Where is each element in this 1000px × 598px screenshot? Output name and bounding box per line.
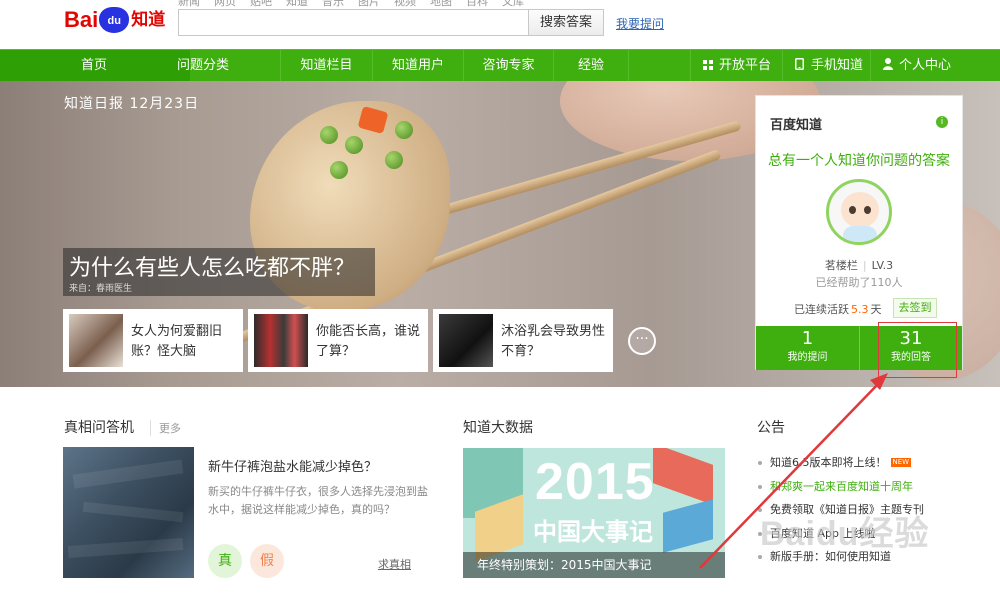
my-questions-button[interactable]: 1 我的提问	[756, 326, 859, 370]
avatar-eye	[849, 206, 856, 214]
vote-true-button[interactable]: 真	[208, 544, 242, 578]
jeans-fold	[72, 459, 184, 489]
city-block	[663, 499, 713, 553]
card-title: 女人为何爱翻旧账？怪大脑	[131, 324, 223, 359]
notice-item[interactable]: 知道6.5版本即将上线！ NEW	[758, 454, 958, 478]
more-button[interactable]: ···	[628, 327, 656, 355]
active-days-suffix: 天	[870, 303, 882, 316]
top-link[interactable]: 视频	[394, 0, 416, 8]
big-data-caption[interactable]: 年终特别策划：2015中国大事记	[463, 552, 725, 578]
new-badge: NEW	[890, 458, 912, 467]
card-thumbnail	[439, 314, 493, 367]
headline-box[interactable]: 为什么有些人怎么吃都不胖？ 来自：春雨医生	[63, 248, 375, 296]
jeans-image[interactable]	[63, 447, 194, 578]
search-input[interactable]	[178, 9, 528, 36]
notice-text: 知道6.5版本即将上线！	[770, 456, 887, 469]
card-title: 沐浴乳会导致男性不育？	[501, 324, 606, 359]
notice-item[interactable]: 和郑爽一起来百度知道十周年	[758, 478, 958, 502]
baidu-zhidao-logo[interactable]: Bai du 知道	[64, 6, 165, 34]
truth-question[interactable]: 新牛仔裤泡盐水能减少掉色？	[208, 456, 377, 475]
card-thumbnail	[69, 314, 123, 367]
headline-source: 来自：春雨医生	[69, 284, 133, 294]
my-questions-count: 1	[801, 328, 814, 349]
notice-title: 公告	[757, 420, 785, 436]
top-link[interactable]: 网页	[214, 0, 236, 8]
city-block	[653, 448, 713, 505]
image-year: 2015	[535, 453, 655, 511]
truth-description: 新买的牛仔裤牛仔衣，很多人选择先浸泡到盐水中，据说这样能减少掉色，真的吗？	[208, 485, 428, 516]
card-thumbnail	[254, 314, 308, 367]
panel-slogan: 总有一个人知道你问题的答案	[768, 153, 950, 169]
nav-item-experts[interactable]: 咨询专家	[463, 50, 553, 81]
banner-card[interactable]: 你能否长高，谁说了算？	[248, 309, 428, 372]
nav-item-columns[interactable]: 知道栏目	[280, 50, 372, 81]
avatar[interactable]	[826, 179, 892, 245]
user-level: LV.3	[871, 259, 894, 272]
top-link[interactable]: 文库	[502, 0, 524, 8]
card-title: 你能否长高，谁说了算？	[316, 324, 421, 359]
search-button[interactable]: 搜索答案	[528, 9, 604, 36]
banner-headline[interactable]: 为什么有些人怎么吃都不胖？	[69, 250, 355, 282]
pea-image	[395, 121, 413, 139]
seek-truth-link[interactable]: 求真相	[378, 556, 411, 572]
header: Bai du 知道 新闻 网页 贴吧 知道 音乐 图片 视频 地图 百科 文库 搜索答案 我要提问	[0, 0, 1000, 49]
nav-personal-center-label: 个人中心	[899, 58, 952, 73]
truth-machine-more-link[interactable]: 更多	[150, 420, 181, 436]
top-link[interactable]: 知道	[286, 0, 308, 8]
nav-open-platform[interactable]: 开放平台	[690, 50, 782, 81]
username-row: 茗楼栏 | LV.3	[756, 257, 962, 273]
nav-mobile-label: 手机知道	[811, 58, 864, 73]
checkin-button[interactable]: 去签到	[893, 298, 937, 318]
info-icon[interactable]: i	[936, 116, 948, 128]
nav-mobile[interactable]: 手机知道	[782, 50, 870, 81]
banner-card[interactable]: 女人为何爱翻旧账？怪大脑	[63, 309, 243, 372]
top-product-links: 新闻 网页 贴吧 知道 音乐 图片 视频 地图 百科 文库	[178, 0, 538, 9]
pea-image	[330, 161, 348, 179]
user-icon	[883, 51, 893, 70]
top-link[interactable]: 地图	[430, 0, 452, 8]
phone-icon	[795, 51, 805, 70]
ask-question-link[interactable]: 我要提问	[616, 15, 664, 32]
top-link[interactable]: 音乐	[322, 0, 344, 8]
jeans-fold	[82, 501, 184, 523]
image-title: 中国大事记	[533, 518, 653, 546]
banner-date: 知道日报 12月23日	[64, 96, 200, 112]
active-days: 已连续活跃 5.3 天	[794, 301, 882, 317]
avatar-eye	[864, 206, 871, 214]
top-link[interactable]: 图片	[358, 0, 380, 8]
pea-image	[385, 151, 403, 169]
my-questions-label: 我的提问	[787, 352, 828, 363]
vote-false-button[interactable]: 假	[250, 544, 284, 578]
top-link[interactable]: 百科	[466, 0, 488, 8]
pea-image	[320, 126, 338, 144]
banner-card[interactable]: 沐浴乳会导致男性不育？	[433, 309, 613, 372]
top-link[interactable]: 新闻	[178, 0, 200, 8]
nav-item-users[interactable]: 知道用户	[372, 50, 463, 81]
nav-open-platform-label: 开放平台	[719, 58, 772, 73]
top-link[interactable]: 贴吧	[250, 0, 272, 8]
nav-personal-center[interactable]: 个人中心	[870, 50, 1000, 81]
nav-divider	[628, 50, 690, 81]
username[interactable]: 茗楼栏	[825, 259, 858, 272]
helped-count: 已经帮助了110人	[815, 276, 903, 289]
pea-image	[345, 136, 363, 154]
avatar-body	[843, 226, 877, 242]
logo-zhidao-text: 知道	[131, 10, 166, 29]
nav-item-experience[interactable]: 经验	[553, 50, 628, 81]
watermark: Baidu经验	[760, 515, 930, 553]
logo-bai-text: Bai	[64, 7, 99, 32]
annotation-highlight-box	[878, 322, 957, 378]
divider: |	[862, 259, 867, 272]
grid-icon	[703, 51, 713, 70]
jeans-fold	[67, 538, 184, 558]
baidu-paw-icon: du	[99, 7, 130, 33]
avatar-face	[841, 192, 879, 228]
active-days-prefix: 已连续活跃	[794, 303, 849, 316]
truth-machine-title: 真相问答机	[64, 420, 134, 436]
big-data-title: 知道大数据	[463, 420, 533, 436]
nav-item-categories[interactable]: 问题分类	[128, 50, 278, 81]
panel-title: 百度知道	[770, 118, 823, 133]
active-days-count: 5.3	[851, 303, 869, 316]
main-nav: 首页 问题分类 知道栏目 知道用户 咨询专家 经验 开放平台 手机知道 个人中心	[0, 49, 1000, 81]
